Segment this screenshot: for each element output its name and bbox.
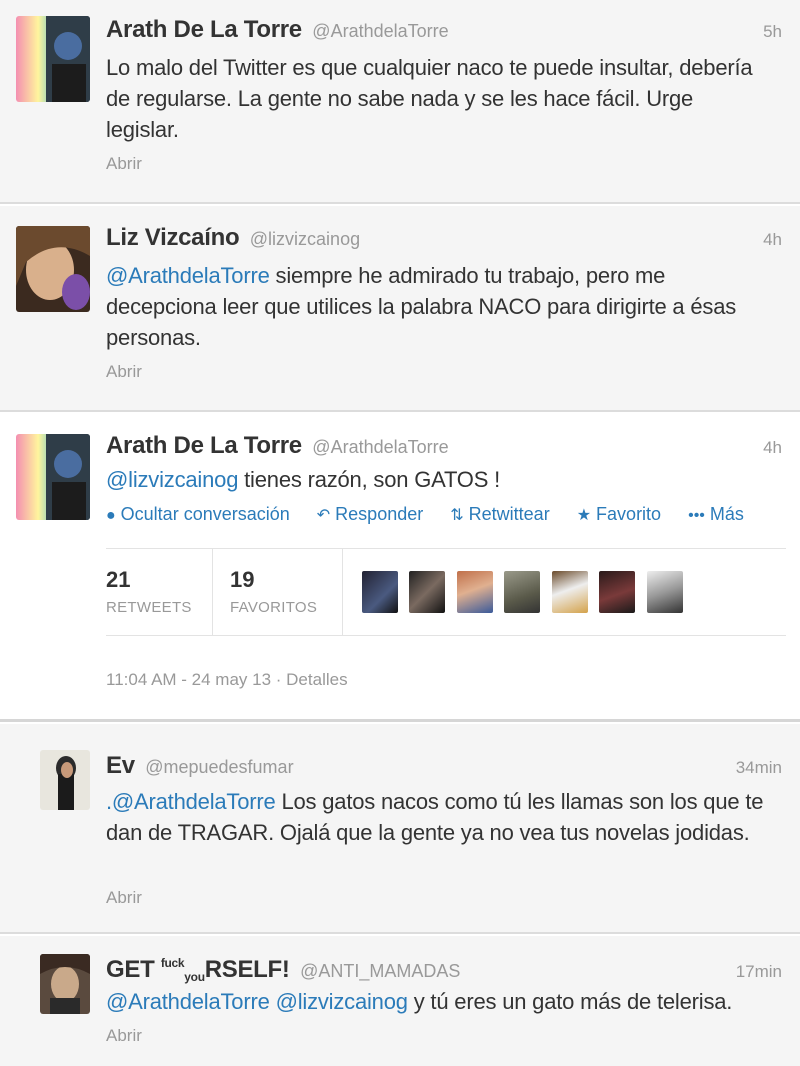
tweet-text: @ArathdelaTorre @lizvizcainog y tú eres … bbox=[106, 986, 776, 1017]
tweet-time[interactable]: 5h bbox=[763, 22, 782, 42]
mention-link[interactable]: @ArathdelaTorre bbox=[106, 989, 270, 1014]
tweet-time[interactable]: 4h bbox=[763, 230, 782, 250]
more-button[interactable]: ••• Más bbox=[688, 504, 744, 525]
avatar[interactable] bbox=[456, 571, 493, 613]
mention-link[interactable]: @lizvizcainog bbox=[276, 989, 408, 1014]
tweet-body: tienes razón, son GATOS ! bbox=[238, 467, 501, 492]
tweet-text: .@ArathdelaTorre Los gatos nacos como tú… bbox=[106, 786, 776, 848]
hide-conversation-button[interactable]: ● Ocultar conversación bbox=[106, 504, 290, 525]
open-link[interactable]: Abrir bbox=[106, 888, 142, 908]
avatar[interactable] bbox=[16, 16, 90, 102]
tweet-text: Lo malo del Twitter es que cualquier nac… bbox=[106, 52, 766, 145]
tweet-5-reply[interactable]: GET fuckyouRSELF! @ANTI_MAMADAS 17min @A… bbox=[0, 936, 800, 1066]
author-name[interactable]: Arath De La Torre bbox=[106, 432, 302, 459]
avatar[interactable] bbox=[16, 226, 90, 312]
avatar[interactable] bbox=[16, 434, 90, 520]
avatar[interactable] bbox=[504, 571, 541, 613]
tweet-text: @ArathdelaTorre siempre he admirado tu t… bbox=[106, 260, 766, 353]
author-name[interactable]: Arath De La Torre bbox=[106, 16, 302, 43]
author-handle[interactable]: @lizvizcainog bbox=[250, 229, 360, 249]
mention-link[interactable]: .@ArathdelaTorre bbox=[106, 789, 276, 814]
avatar[interactable] bbox=[551, 571, 588, 613]
author-handle[interactable]: @ANTI_MAMADAS bbox=[300, 961, 460, 981]
retweets-label: RETWEETS bbox=[106, 599, 192, 616]
reply-button[interactable]: ↶ Responder bbox=[317, 504, 423, 525]
tweet-body: y tú eres un gato más de telerisa. bbox=[407, 989, 733, 1014]
mention-link[interactable]: @ArathdelaTorre bbox=[106, 263, 270, 288]
tweet-stats: 21 RETWEETS 19 FAVORITOS bbox=[106, 548, 786, 636]
comment-bubble-icon: ● bbox=[106, 507, 116, 524]
open-link[interactable]: Abrir bbox=[106, 154, 142, 174]
author-name[interactable]: GET fuckyouRSELF! bbox=[106, 956, 290, 984]
tweet-actions: ● Ocultar conversación ↶ Responder ⇅ Retwit… bbox=[106, 504, 744, 525]
favorites-count: 19 bbox=[230, 567, 255, 592]
tweet-body: Lo malo del Twitter es que cualquier nac… bbox=[106, 55, 753, 142]
avatar[interactable] bbox=[40, 750, 90, 810]
retweet-button[interactable]: ⇅ Retwittear bbox=[450, 504, 549, 525]
tweet-2[interactable]: Liz Vizcaíno @lizvizcainog 4h @Arathdela… bbox=[0, 206, 800, 412]
avatar[interactable] bbox=[362, 571, 398, 613]
tweet-4-reply[interactable]: Ev @mepuedesfumar 34min .@ArathdelaTorre… bbox=[0, 724, 800, 934]
open-link[interactable]: Abrir bbox=[106, 1026, 142, 1046]
more-dots-icon: ••• bbox=[688, 507, 705, 524]
author-handle[interactable]: @mepuedesfumar bbox=[145, 757, 293, 777]
avatar[interactable] bbox=[646, 571, 683, 613]
favoriters-avatars bbox=[362, 571, 690, 613]
tweet-1[interactable]: Arath De La Torre @ArathdelaTorre 5h Lo … bbox=[0, 0, 800, 204]
tweet-text: @lizvizcainog tienes razón, son GATOS ! bbox=[106, 464, 766, 495]
author-handle[interactable]: @ArathdelaTorre bbox=[312, 21, 448, 41]
author-name[interactable]: Liz Vizcaíno bbox=[106, 224, 240, 251]
retweets-stat[interactable]: 21 RETWEETS bbox=[106, 549, 213, 635]
author-handle[interactable]: @ArathdelaTorre bbox=[312, 437, 448, 457]
author-name[interactable]: Ev bbox=[106, 752, 135, 779]
avatar[interactable] bbox=[599, 571, 636, 613]
avatar[interactable] bbox=[409, 571, 446, 613]
favorite-button[interactable]: ★ Favorito bbox=[577, 504, 661, 525]
reply-arrow-icon: ↶ bbox=[316, 507, 331, 524]
favorites-label: FAVORITOS bbox=[230, 599, 318, 616]
star-icon: ★ bbox=[576, 507, 592, 524]
tweet-timestamp[interactable]: 11:04 AM - 24 may 13 · Detalles bbox=[106, 670, 348, 690]
avatar[interactable] bbox=[40, 954, 90, 1014]
mention-link[interactable]: @lizvizcainog bbox=[106, 467, 238, 492]
open-link[interactable]: Abrir bbox=[106, 362, 142, 382]
tweet-3-expanded[interactable]: Arath De La Torre @ArathdelaTorre 4h @li… bbox=[0, 414, 800, 722]
tweet-time[interactable]: 34min bbox=[736, 758, 782, 778]
tweet-time[interactable]: 17min bbox=[736, 962, 782, 982]
retweet-icon: ⇅ bbox=[450, 507, 464, 524]
favorites-stat[interactable]: 19 FAVORITOS bbox=[230, 549, 343, 635]
tweet-time[interactable]: 4h bbox=[763, 438, 782, 458]
retweets-count: 21 bbox=[106, 567, 131, 592]
